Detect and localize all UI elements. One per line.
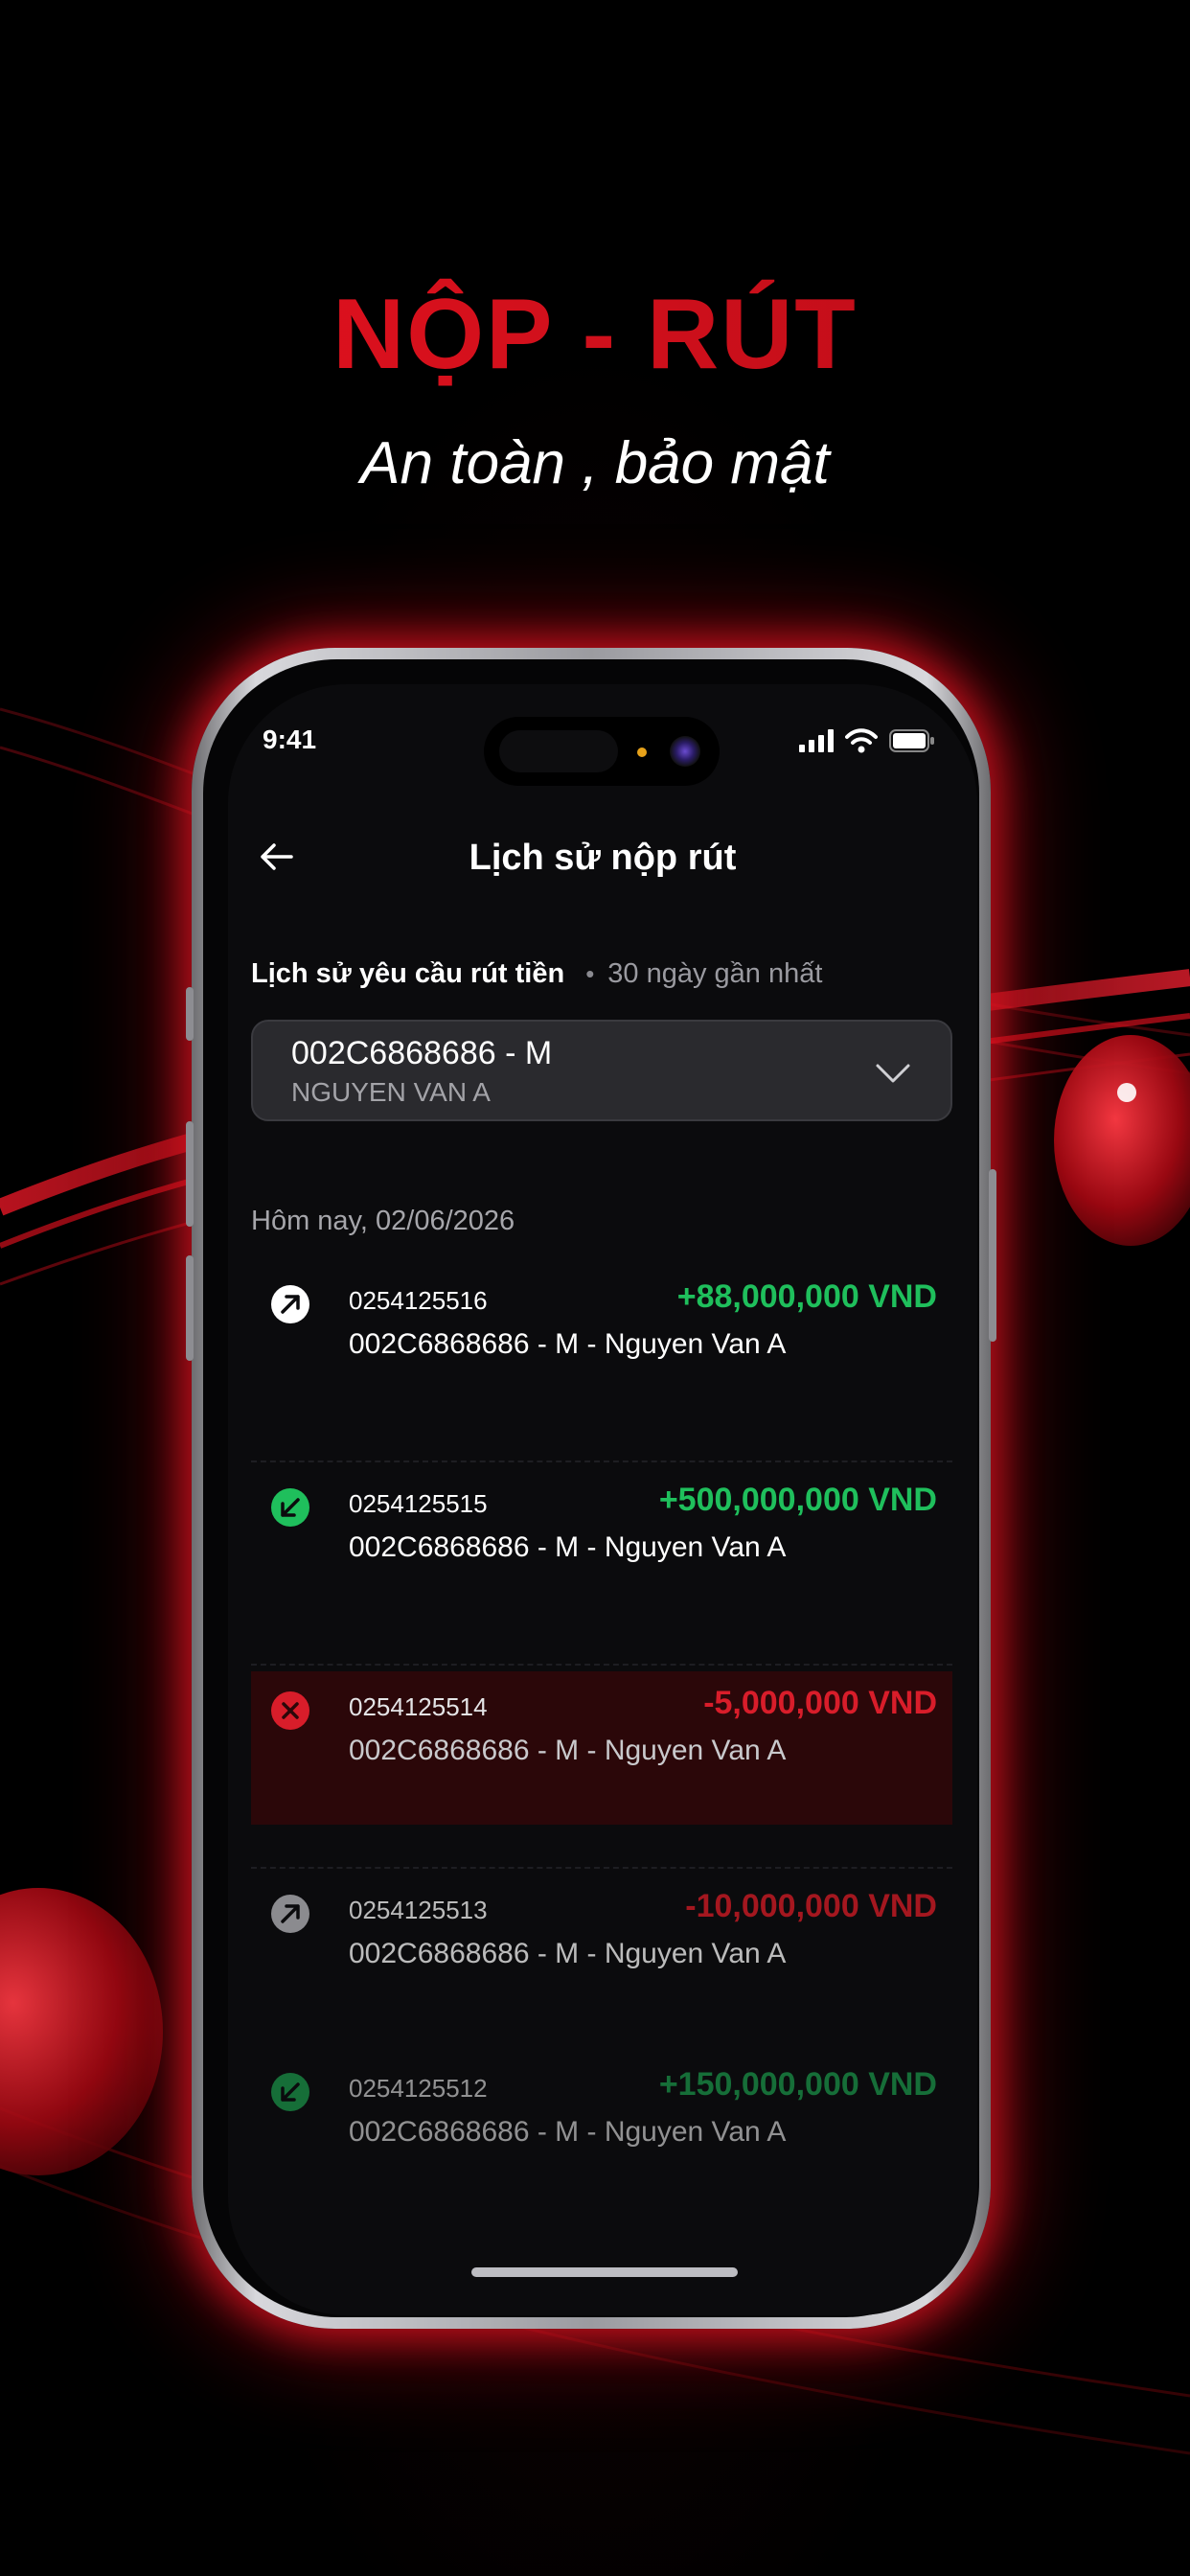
phone-bezel: 9:41 Lịch sử nộp rút Lịch sử yêu cầu rút… [203, 659, 979, 2317]
account-holder-name: NGUYEN VAN A [291, 1077, 491, 1107]
phone-mute-switch [186, 987, 194, 1041]
front-camera [670, 736, 700, 767]
arrow-up-right-icon [271, 1895, 309, 1933]
transaction-row[interactable]: 0254125515 +500,000,000 VND 002C6868686 … [251, 1468, 952, 1656]
section-header: Lịch sử yêu cầu rút tiền • 30 ngày gần n… [251, 958, 822, 990]
date-group-label: Hôm nay, 02/06/2026 [251, 1206, 515, 1236]
row-divider [251, 1867, 952, 1869]
promo-page: NỘP - RÚT An toàn , bảo mật 9:41 Lịch sử… [0, 0, 1190, 2576]
row-divider [251, 1664, 952, 1666]
transaction-description: 002C6868686 - M - Nguyen Van A [349, 1531, 787, 1563]
phone-volume-down-button [186, 1255, 194, 1361]
phone-power-button [989, 1169, 996, 1342]
dynamic-island [484, 717, 720, 786]
page-title: Lịch sử nộp rút [469, 838, 737, 878]
transaction-code: 0254125515 [349, 1489, 488, 1518]
home-indicator[interactable] [471, 2267, 738, 2277]
chevron-down-icon [876, 1064, 910, 1083]
close-icon [271, 1691, 309, 1730]
arrow-down-left-icon [271, 1488, 309, 1527]
transaction-row-failed[interactable]: 0254125514 -5,000,000 VND 002C6868686 - … [251, 1671, 952, 1825]
transaction-description: 002C6868686 - M - Nguyen Van A [349, 1938, 787, 1969]
transaction-row[interactable]: 0254125516 +88,000,000 VND 002C6868686 -… [251, 1265, 952, 1453]
transaction-description: 002C6868686 - M - Nguyen Van A [349, 2116, 787, 2148]
status-icons [799, 728, 935, 753]
account-selector[interactable]: 002C6868686 - M NGUYEN VAN A [251, 1020, 952, 1121]
battery-icon [889, 729, 934, 752]
section-title: Lịch sử yêu cầu rút tiền [251, 958, 565, 989]
arrow-up-right-icon [271, 1285, 309, 1323]
transaction-amount: +150,000,000 VND [658, 2066, 937, 2103]
transaction-description: 002C6868686 - M - Nguyen Van A [349, 1328, 787, 1360]
wifi-icon [845, 728, 878, 753]
phone-frame: 9:41 Lịch sử nộp rút Lịch sử yêu cầu rút… [186, 648, 996, 2329]
back-arrow-icon[interactable] [255, 836, 297, 878]
app-screen: 9:41 Lịch sử nộp rút Lịch sử yêu cầu rút… [228, 684, 977, 2315]
arrow-down-left-icon [271, 2073, 309, 2111]
transaction-row[interactable]: 0254125513 -10,000,000 VND 002C6868686 -… [251, 1874, 952, 2047]
transaction-code: 0254125516 [349, 1286, 488, 1315]
promo-headline: NỘP - RÚT [0, 278, 1190, 392]
transaction-description: 002C6868686 - M - Nguyen Van A [349, 1735, 787, 1766]
transaction-code: 0254125513 [349, 1896, 488, 1924]
transaction-amount: +500,000,000 VND [658, 1482, 937, 1518]
account-id: 002C6868686 - M [291, 1035, 553, 1071]
privacy-indicator-dot [637, 748, 647, 757]
promo-subheadline: An toàn , bảo mật [360, 430, 830, 496]
status-time: 9:41 [263, 724, 317, 754]
transaction-code: 0254125512 [349, 2074, 488, 2103]
cellular-signal-icon [799, 729, 834, 752]
transaction-code: 0254125514 [349, 1692, 488, 1721]
phone-volume-up-button [186, 1121, 194, 1227]
transaction-amount: -10,000,000 VND [685, 1888, 937, 1924]
row-divider [251, 1460, 952, 1462]
transaction-amount: +88,000,000 VND [676, 1278, 937, 1315]
transaction-row[interactable]: 0254125512 +150,000,000 VND 002C6868686 … [251, 2053, 952, 2225]
nav-bar: Lịch sử nộp rút [228, 818, 977, 895]
section-separator-dot: • [585, 959, 595, 988]
island-pill [499, 730, 618, 772]
date-range-filter[interactable]: 30 ngày gần nhất [607, 958, 822, 990]
transaction-amount: -5,000,000 VND [703, 1685, 937, 1721]
